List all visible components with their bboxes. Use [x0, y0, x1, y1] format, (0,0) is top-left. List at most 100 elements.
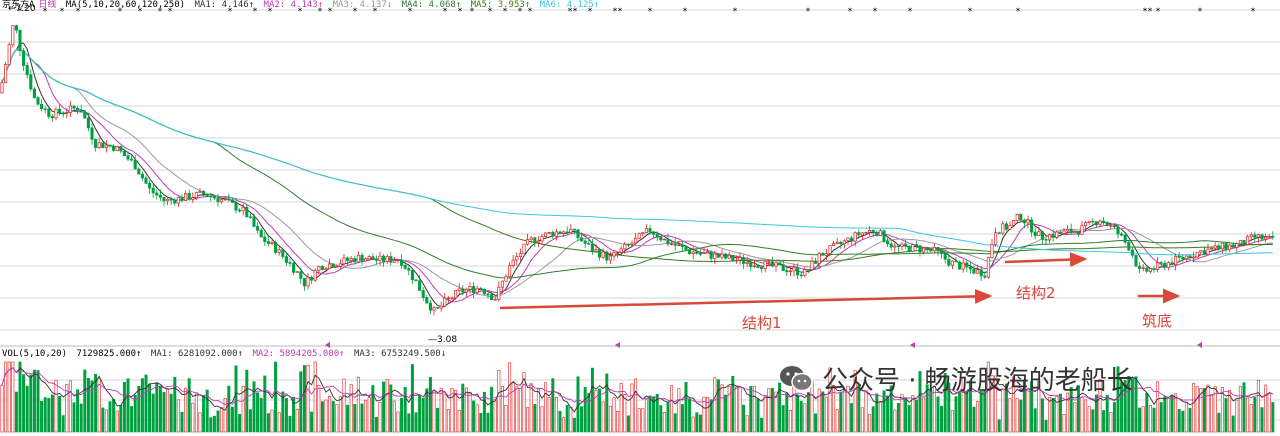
- candle-body: [997, 232, 1001, 234]
- vol-ma3-label: MA3: 6753249.500↓: [354, 349, 447, 359]
- candle-body: [497, 286, 501, 300]
- volume-bar: [871, 406, 875, 433]
- candle-body: [410, 269, 414, 281]
- candle-body: [54, 108, 58, 119]
- annotation-bottoming: 筑底: [1142, 312, 1173, 330]
- volume-bar: [608, 405, 612, 433]
- price-labels: ←7.20—3.08: [8, 4, 457, 345]
- candle-body: [533, 237, 537, 243]
- candle-body: [932, 246, 936, 252]
- candle-body: [1224, 242, 1228, 251]
- candle-body: [994, 232, 998, 245]
- volume-bar: [79, 403, 83, 433]
- candle-body: [338, 263, 342, 267]
- volume-bar: [151, 393, 155, 433]
- candle-body: [158, 194, 162, 198]
- period-marker: [1197, 342, 1202, 348]
- volume-bar: [50, 394, 54, 433]
- candle-body: [220, 199, 224, 203]
- volume-bar: [565, 404, 569, 433]
- candle-body: [1102, 220, 1106, 223]
- volume-bar: [648, 395, 652, 433]
- candle-body: [1148, 268, 1152, 272]
- candle-body: [889, 243, 893, 248]
- volume-bar: [587, 393, 591, 433]
- candle-body: [554, 231, 558, 237]
- candle-body: [331, 263, 335, 268]
- volume-bar: [1271, 402, 1275, 433]
- candle-body: [590, 243, 594, 252]
- volume-bar: [1112, 402, 1116, 433]
- candle-body: [14, 25, 18, 31]
- volume-bar: [1145, 393, 1149, 433]
- volume-bar: [893, 409, 897, 433]
- candle-body: [76, 107, 80, 111]
- candle-body: [846, 237, 850, 242]
- volume-bar: [299, 371, 303, 433]
- volume-bar: [1134, 376, 1138, 433]
- candle-body: [40, 103, 44, 110]
- candle-body: [1058, 231, 1062, 234]
- volume-bar: [1109, 412, 1113, 433]
- ma-line-4: [1, 49, 1273, 279]
- volume-bar: [878, 402, 882, 433]
- volume-bar: [662, 412, 666, 433]
- volume-bar: [1008, 398, 1012, 433]
- volume-bar: [508, 362, 512, 433]
- candle-body: [439, 305, 443, 309]
- candle-body: [1022, 219, 1026, 224]
- candle-body: [616, 252, 620, 254]
- candle-body: [385, 256, 389, 262]
- volume-bar: [569, 406, 573, 433]
- volume-bar: [1163, 396, 1167, 433]
- volume-bar: [540, 406, 544, 433]
- candle-body: [796, 267, 800, 276]
- candle-body: [958, 261, 962, 270]
- candle-body: [540, 236, 544, 242]
- volume-bar: [202, 395, 206, 433]
- candle-body: [263, 236, 267, 242]
- candle-body: [108, 144, 112, 147]
- candle-body: [749, 261, 753, 268]
- volume-bar: [572, 417, 576, 433]
- volume-bar: [954, 396, 958, 433]
- candle-body: [558, 231, 562, 234]
- candle-body: [259, 229, 263, 238]
- volume-bar: [18, 361, 22, 433]
- volume-bar: [101, 407, 105, 433]
- candle-body: [1033, 231, 1037, 236]
- candle-body: [472, 286, 476, 293]
- ma4-label: MA4: 4.068↑: [401, 0, 462, 10]
- candle-body: [695, 251, 699, 254]
- candle-body: [234, 202, 238, 211]
- volume-bar: [680, 404, 684, 433]
- candle-body: [90, 127, 94, 140]
- candle-body: [904, 243, 908, 247]
- candle-body: [173, 199, 177, 204]
- candle-body: [763, 261, 767, 269]
- volume-bar: [1048, 397, 1052, 433]
- volume-bar: [1105, 394, 1109, 433]
- candle-body: [882, 230, 886, 242]
- candle-body: [637, 233, 641, 239]
- volume-bar: [61, 415, 65, 433]
- candle-body: [101, 142, 105, 148]
- candle-body: [1156, 262, 1160, 270]
- candle-body: [1098, 220, 1102, 226]
- annotation-structure-2: 结构2: [1016, 284, 1056, 302]
- candle-body: [130, 158, 134, 161]
- volume-bar: [875, 393, 879, 433]
- volume-legend: VOL(5,10,20) 7129825.000↑ MA1: 6281092.0…: [2, 349, 450, 360]
- volume-bar: [407, 413, 411, 433]
- volume-bar: [1058, 393, 1062, 433]
- candle-body: [504, 276, 508, 282]
- volume-bar: [245, 369, 249, 433]
- candle-body: [634, 237, 638, 244]
- candle-body: [806, 269, 810, 271]
- volume-bar: [547, 397, 551, 433]
- candle-body: [241, 206, 245, 212]
- candle-body: [97, 142, 101, 148]
- candle-body: [324, 268, 328, 271]
- ma-line-1: [1, 42, 1273, 308]
- candle-body: [32, 88, 36, 99]
